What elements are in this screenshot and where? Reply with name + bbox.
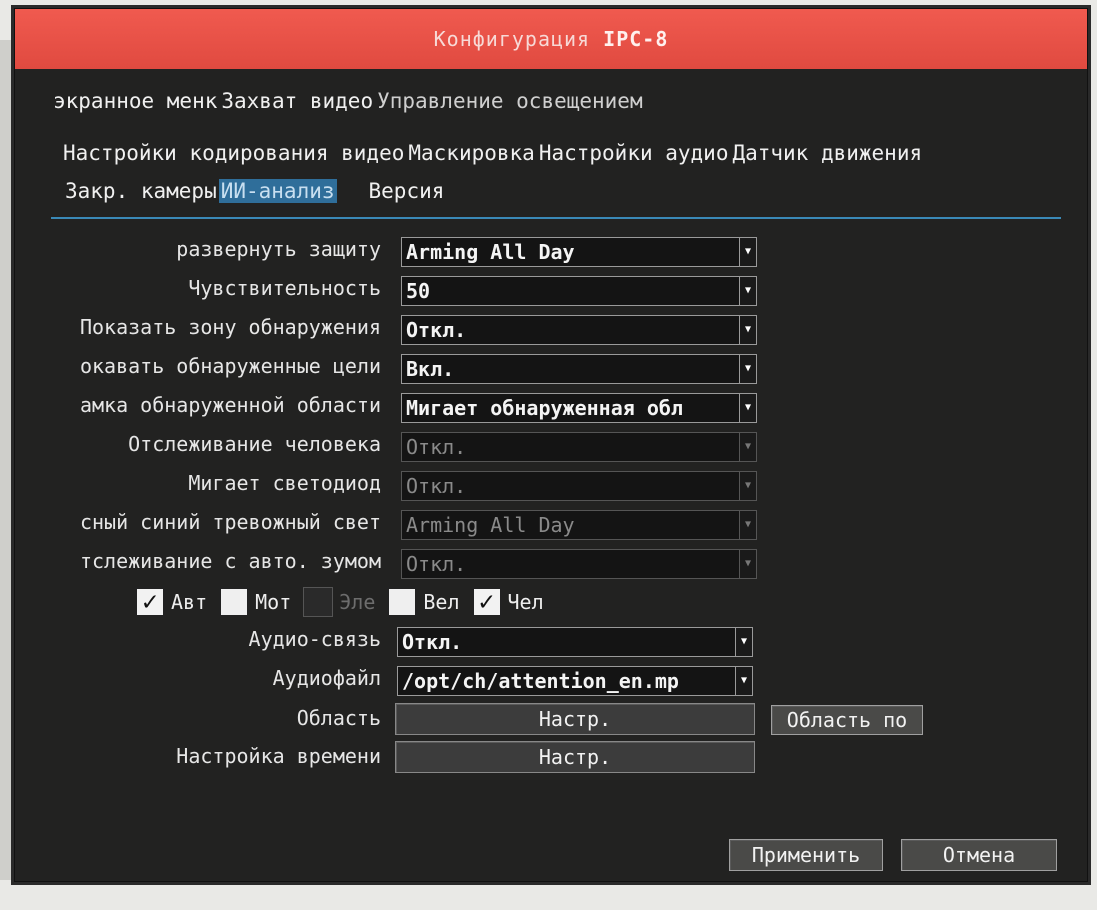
config-window: Конфигурация IPC-8 экранное менк Захват в… <box>14 8 1088 882</box>
label-area: Область <box>296 706 381 730</box>
label-red-blue-light: сный синий тревожный свет <box>79 510 381 534</box>
tab-camera-tamper[interactable]: Закр. камеры <box>63 179 219 203</box>
tab-light-control[interactable]: Управление освещением <box>375 89 645 113</box>
chevron-down-icon[interactable]: ▼ <box>739 394 756 422</box>
chevron-down-icon[interactable]: ▼ <box>735 667 752 695</box>
chevron-down-icon: ▼ <box>739 433 756 461</box>
select-red-blue-light: Arming All Day ▼ <box>401 510 757 540</box>
chevron-down-icon: ▼ <box>739 550 756 578</box>
schedule-setup-button[interactable]: Настр. <box>395 741 755 773</box>
target-type-checkboxes: ✓ Авт Мот Эле Вел ✓ Чел <box>135 585 556 619</box>
chevron-down-icon[interactable]: ▼ <box>739 355 756 383</box>
tabs-row-3: Закр. камеры ИИ-анализ Версия <box>63 179 446 203</box>
label-outline-targets: окавать обнаруженные цели <box>79 354 381 378</box>
checkbox-human[interactable]: ✓ Чел <box>471 587 544 617</box>
select-arming[interactable]: Arming All Day ▼ <box>401 237 757 267</box>
area-extra-button[interactable]: Область по <box>771 705 923 735</box>
checkbox-car[interactable]: ✓ Авт <box>135 587 207 617</box>
label-led-blink: Мигает светодиод <box>188 471 381 495</box>
window-title: Конфигурация IPC-8 <box>433 27 669 51</box>
tab-video-capture[interactable]: Захват видео <box>219 89 375 113</box>
checkbox-motorbike[interactable]: Мот <box>219 587 291 617</box>
chevron-down-icon: ▼ <box>739 511 756 539</box>
select-sensitivity[interactable]: 50 ▼ <box>401 276 757 306</box>
label-arming: развернуть защиту <box>176 237 381 261</box>
area-setup-button[interactable]: Настр. <box>395 703 755 735</box>
checkmark-icon[interactable]: ✓ <box>471 587 502 617</box>
select-led-blink: Откл. ▼ <box>401 471 757 501</box>
label-audio-link: Аудио-связь <box>248 627 381 651</box>
apply-button[interactable]: Применить <box>729 839 883 871</box>
chevron-down-icon: ▼ <box>739 472 756 500</box>
label-time-schedule: Настройка времени <box>176 744 381 768</box>
chevron-down-icon[interactable]: ▼ <box>735 628 752 656</box>
tab-ai-analysis[interactable]: ИИ-анализ <box>218 179 337 203</box>
select-outline-targets[interactable]: Вкл. ▼ <box>401 354 757 384</box>
checkbox-electric: Эле <box>303 587 375 617</box>
select-human-tracking: Откл. ▼ <box>401 432 757 462</box>
label-human-tracking: Отслеживание человека <box>128 432 381 456</box>
tab-audio-settings[interactable]: Настройки аудио <box>537 141 731 165</box>
label-sensitivity: Чувствительность <box>188 276 381 300</box>
tabs-row-2: Настройки кодирования видео Маскировка Нас… <box>61 141 924 165</box>
tab-version[interactable]: Версия <box>367 179 447 203</box>
select-audio-link[interactable]: Откл. ▼ <box>397 627 753 657</box>
tab-masking[interactable]: Маскировка <box>406 141 536 165</box>
tabs-row-1: экранное менк Захват видео Управление осве… <box>51 89 645 113</box>
select-auto-zoom-tracking: Откл. ▼ <box>401 549 757 579</box>
tab-video-encoding[interactable]: Настройки кодирования видео <box>61 141 406 165</box>
select-audio-file[interactable]: /opt/ch/attention_en.mp ▼ <box>397 666 753 696</box>
select-area-frame[interactable]: Мигает обнаруженная обл ▼ <box>401 393 757 423</box>
tab-osd-menu[interactable]: экранное менк <box>51 89 219 113</box>
select-show-detection-zone[interactable]: Откл. ▼ <box>401 315 757 345</box>
checkmark-icon[interactable]: ✓ <box>135 587 165 617</box>
label-area-frame: амка обнаруженной области <box>79 393 381 417</box>
checkbox-bicycle[interactable]: Вел <box>387 587 460 617</box>
monitor-bezel <box>0 40 14 880</box>
tabs-underline <box>51 217 1061 219</box>
cancel-button[interactable]: Отмена <box>901 839 1057 871</box>
label-audio-file: Аудиофайл <box>272 666 381 690</box>
chevron-down-icon[interactable]: ▼ <box>739 277 756 305</box>
title-bar: Конфигурация IPC-8 <box>15 9 1087 69</box>
label-show-detection-zone: Показать зону обнаружения <box>79 315 381 339</box>
label-auto-zoom-tracking: тслеживание с авто. зумом <box>79 549 381 573</box>
chevron-down-icon[interactable]: ▼ <box>739 238 756 266</box>
chevron-down-icon[interactable]: ▼ <box>739 316 756 344</box>
tab-motion-detection[interactable]: Датчик движения <box>730 141 924 165</box>
